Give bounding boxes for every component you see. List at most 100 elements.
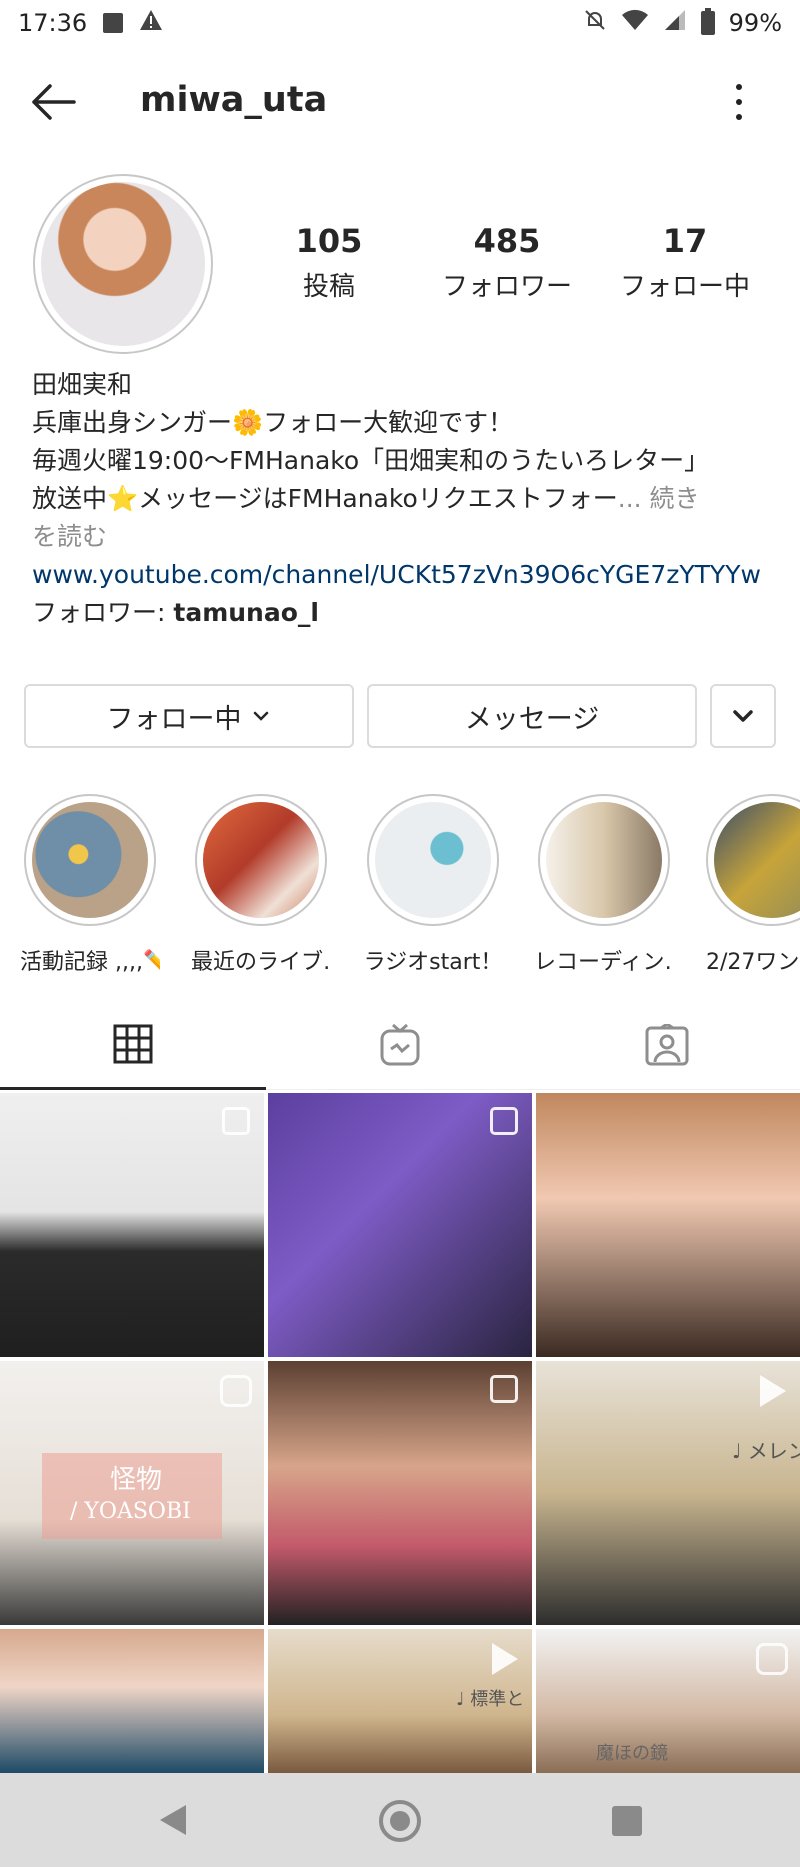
profile-avatar[interactable] [33, 174, 213, 354]
more-dot-icon [736, 114, 742, 120]
arrow-left-icon [32, 84, 76, 120]
followers-count[interactable]: 485 フォロワー [432, 222, 582, 303]
post-caption: ♩ メレン [732, 1439, 800, 1463]
mute-icon [583, 8, 607, 38]
highlight-cover [203, 802, 319, 918]
highlight-ring [538, 794, 670, 926]
profile-header: miwa_uta [0, 62, 800, 142]
post-tile[interactable] [268, 1361, 532, 1625]
igtv-icon [220, 1375, 252, 1407]
tagged-person-icon [645, 1024, 689, 1066]
nav-home-icon[interactable] [379, 1800, 421, 1842]
video-play-icon [492, 1643, 518, 1675]
followed-by: フォロワー: tamunao_l [32, 594, 777, 632]
bio-line: 兵庫出身シンガー🌼フォロー大歓迎です！ [32, 408, 514, 437]
highlight-cover [714, 802, 800, 918]
story-highlight[interactable]: 2/27ワン [706, 794, 800, 976]
post-caption: / YOASOBI [70, 1499, 191, 1524]
back-button[interactable] [30, 82, 76, 122]
post-tile[interactable] [536, 1093, 800, 1357]
highlight-ring [24, 794, 156, 926]
stat-label: フォロー中 [619, 272, 750, 302]
system-nav-bar [0, 1773, 800, 1867]
profile-tabs [0, 1000, 800, 1090]
suggested-accounts-button[interactable] [710, 684, 776, 748]
stat-number: 105 [295, 222, 363, 260]
bio-more-link[interactable]: ... 続き [618, 484, 700, 513]
highlight-cover [375, 802, 491, 918]
bio-line: 毎週火曜19:00〜FMHanako「田畑実和のうたいろレター」 [32, 446, 710, 475]
stat-label: フォロワー [441, 272, 572, 302]
stat-number: 17 [662, 222, 708, 260]
post-tile[interactable] [268, 1093, 532, 1357]
more-options-button[interactable] [730, 84, 748, 120]
post-tile[interactable]: ♩ 標準と [268, 1629, 532, 1773]
chevron-down-icon [733, 710, 753, 722]
following-button[interactable]: フォロー中 [24, 684, 354, 748]
following-count[interactable]: 17 フォロー中 [610, 222, 760, 303]
battery-level: 99% [728, 9, 782, 37]
highlight-ring [195, 794, 327, 926]
tab-tagged[interactable] [534, 1000, 800, 1090]
profile-website-link[interactable]: www.youtube.com/channel/UCKt57zVn39O6cYG… [32, 556, 777, 594]
post-tile[interactable]: 魔ほの鏡 [536, 1629, 800, 1773]
stat-label: 投稿 [302, 272, 355, 302]
highlight-label: 活動記録 ,,,,✏️ [20, 950, 160, 975]
post-caption: 怪物 [110, 1465, 163, 1495]
message-button-label: メッセージ [464, 703, 600, 735]
profile-bio: 田畑実和 兵庫出身シンガー🌼フォロー大歓迎です！ 毎週火曜19:00〜FMHan… [32, 366, 777, 632]
video-play-icon [760, 1375, 786, 1407]
igtv-icon [756, 1643, 788, 1675]
notification-icon [103, 13, 124, 33]
story-highlight[interactable]: 最近のライブ… [191, 794, 331, 976]
post-tile[interactable] [0, 1629, 264, 1773]
post-image [0, 1629, 264, 1773]
post-image [536, 1093, 800, 1357]
warning-icon [139, 9, 163, 37]
grid-icon [113, 1024, 153, 1063]
avatar-image [41, 182, 205, 346]
post-tile[interactable]: 怪物 / YOASOBI [0, 1361, 264, 1625]
igtv-icon [380, 1023, 420, 1066]
tab-igtv[interactable] [267, 1000, 533, 1090]
status-time: 17:36 [18, 9, 88, 37]
story-highlight[interactable]: 活動記録 ,,,,✏️ [20, 794, 160, 976]
story-highlight[interactable]: レコーディン… [534, 794, 674, 976]
stat-number: 485 [473, 222, 541, 260]
highlight-label: ラジオstart！ [363, 950, 503, 975]
nav-recents-icon[interactable] [612, 1806, 642, 1836]
story-highlight[interactable]: ラジオstart！ [363, 794, 503, 976]
profile-username: miwa_uta [140, 80, 328, 120]
followed-by-user[interactable]: tamunao_l [173, 598, 319, 627]
signal-icon [663, 8, 687, 38]
profile-name: 田畑実和 [32, 370, 133, 399]
post-tile[interactable]: ♩ メレン [536, 1361, 800, 1625]
multi-photo-icon [490, 1107, 518, 1135]
highlight-cover [32, 802, 148, 918]
highlight-label: 2/27ワン [706, 950, 800, 975]
chevron-down-icon [253, 711, 268, 721]
highlight-label: 最近のライブ… [191, 950, 331, 975]
status-bar: 17:36 99% [0, 0, 800, 46]
bio-more-link[interactable]: を読む [32, 518, 777, 556]
posts-count[interactable]: 105 投稿 [254, 222, 404, 303]
wifi-icon [621, 9, 649, 37]
multi-photo-icon [222, 1107, 250, 1135]
followed-by-label: フォロワー: [32, 598, 174, 627]
message-button[interactable]: メッセージ [367, 684, 697, 748]
highlight-cover [546, 802, 662, 918]
post-tile[interactable] [0, 1093, 264, 1357]
highlight-ring [367, 794, 499, 926]
battery-icon [700, 8, 715, 35]
multi-photo-icon [490, 1375, 518, 1403]
highlight-ring [706, 794, 800, 926]
more-dot-icon [736, 84, 742, 90]
nav-back-icon[interactable] [160, 1805, 186, 1835]
following-button-label: フォロー中 [106, 703, 242, 735]
bio-text: 放送中⭐メッセージはFMHanakoリクエストフォー [32, 484, 618, 513]
post-caption: ♩ 標準と [456, 1689, 525, 1710]
tab-grid[interactable] [0, 1000, 266, 1090]
bio-line: 放送中⭐メッセージはFMHanakoリクエストフォー... 続き [32, 480, 777, 518]
post-caption: 魔ほの鏡 [596, 1743, 668, 1764]
more-dot-icon [736, 99, 742, 105]
